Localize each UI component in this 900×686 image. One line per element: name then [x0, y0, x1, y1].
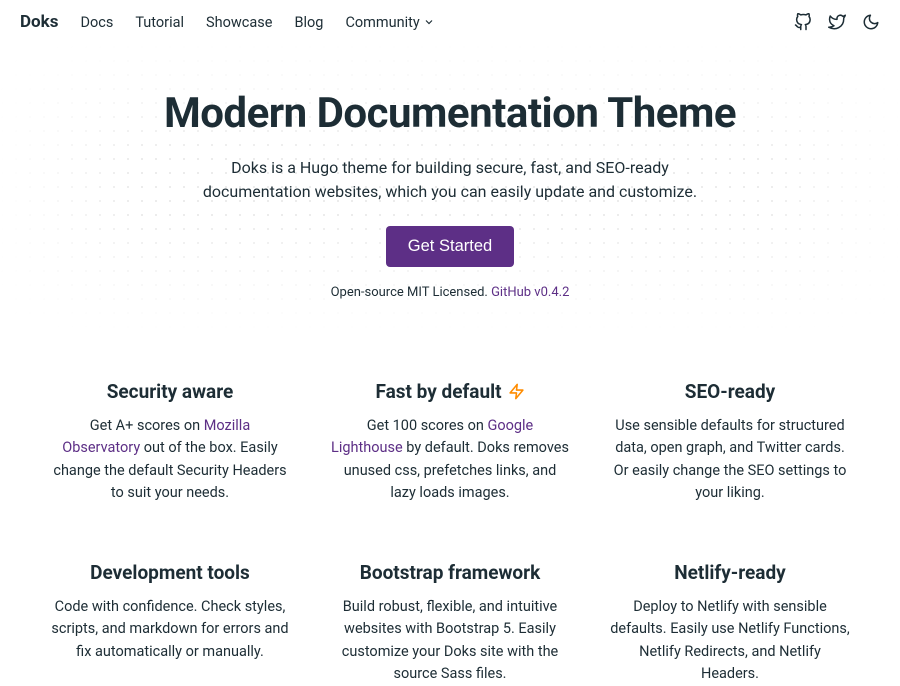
- github-version-link[interactable]: GitHub v0.4.2: [491, 285, 569, 300]
- feature-desc-pre: Build robust, flexible, and intuitive we…: [342, 598, 559, 682]
- feature-desc-pre: Use sensible defaults for structured dat…: [614, 417, 847, 501]
- hero: Modern Documentation Theme Doks is a Hug…: [0, 44, 900, 330]
- features-grid: Security aware Get A+ scores on Mozilla O…: [0, 330, 900, 686]
- feature-title-text: Development tools: [90, 561, 250, 584]
- nav-link-blog[interactable]: Blog: [294, 14, 323, 31]
- feature-card: SEO-ready Use sensible defaults for struc…: [610, 380, 850, 505]
- nav-right: [794, 13, 880, 31]
- feature-desc: Get 100 scores on Google Lighthouse by d…: [330, 415, 570, 505]
- feature-card: Security aware Get A+ scores on Mozilla O…: [50, 380, 290, 505]
- hero-subtitle: Doks is a Hugo theme for building secure…: [200, 156, 700, 204]
- nav-link-docs[interactable]: Docs: [80, 14, 113, 31]
- feature-title-text: Bootstrap framework: [360, 561, 541, 584]
- navbar: Doks Docs Tutorial Showcase Blog Communi…: [0, 0, 900, 44]
- feature-desc: Get A+ scores on Mozilla Observatory out…: [50, 415, 290, 505]
- feature-title-text: SEO-ready: [685, 380, 775, 403]
- feature-desc: Code with confidence. Check styles, scri…: [50, 596, 290, 663]
- feature-title: Fast by default: [375, 380, 524, 403]
- feature-desc: Use sensible defaults for structured dat…: [610, 415, 850, 505]
- nav-link-community-label: Community: [345, 14, 419, 31]
- feature-desc-pre: Get 100 scores on: [367, 417, 488, 434]
- feature-title: Security aware: [107, 380, 234, 403]
- github-icon[interactable]: [794, 13, 812, 31]
- feature-title-text: Security aware: [107, 380, 234, 403]
- feature-desc: Build robust, flexible, and intuitive we…: [330, 596, 570, 686]
- moon-icon[interactable]: [862, 13, 880, 31]
- nav-link-community[interactable]: Community: [345, 14, 434, 31]
- feature-desc-pre: Code with confidence. Check styles, scri…: [51, 598, 288, 660]
- feature-desc-pre: Deploy to Netlify with sensible defaults…: [610, 598, 850, 682]
- get-started-button[interactable]: Get Started: [386, 226, 514, 267]
- license-prefix: Open-source MIT Licensed.: [331, 285, 491, 300]
- license-text: Open-source MIT Licensed. GitHub v0.4.2: [120, 285, 780, 300]
- feature-card: Fast by default Get 100 scores on Google …: [330, 380, 570, 505]
- feature-title-text: Netlify-ready: [674, 561, 785, 584]
- feature-card: Netlify-ready Deploy to Netlify with sens…: [610, 561, 850, 686]
- feature-title: Bootstrap framework: [360, 561, 541, 584]
- brand[interactable]: Doks: [20, 12, 58, 32]
- feature-desc-pre: Get A+ scores on: [90, 417, 204, 434]
- nav-link-showcase[interactable]: Showcase: [206, 14, 272, 31]
- feature-title: SEO-ready: [685, 380, 775, 403]
- bolt-icon: [508, 383, 525, 400]
- nav-left: Doks Docs Tutorial Showcase Blog Communi…: [20, 12, 435, 32]
- hero-title: Modern Documentation Theme: [120, 89, 780, 138]
- twitter-icon[interactable]: [828, 13, 846, 31]
- feature-title: Development tools: [90, 561, 250, 584]
- nav-link-tutorial[interactable]: Tutorial: [135, 14, 184, 31]
- feature-title-text: Fast by default: [375, 380, 501, 403]
- feature-card: Bootstrap framework Build robust, flexibl…: [330, 561, 570, 686]
- feature-desc: Deploy to Netlify with sensible defaults…: [610, 596, 850, 686]
- feature-card: Development tools Code with confidence. C…: [50, 561, 290, 686]
- feature-title: Netlify-ready: [674, 561, 785, 584]
- chevron-down-icon: [423, 16, 435, 28]
